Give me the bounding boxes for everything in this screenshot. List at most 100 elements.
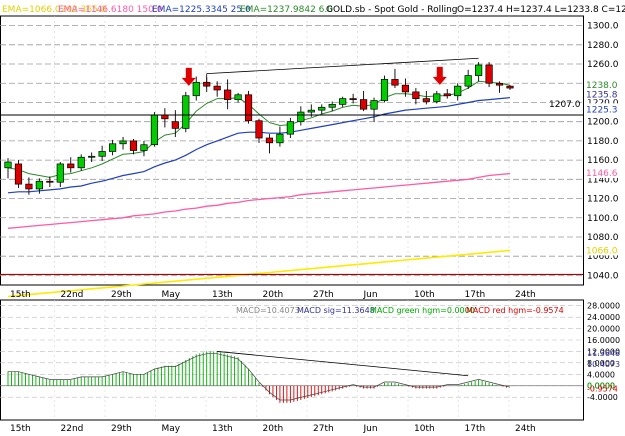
x-tick-label: 13th	[212, 290, 233, 300]
candle-body	[276, 133, 284, 144]
price-tag: 1066.0	[586, 246, 618, 256]
chart-window: 1040.0 1060.0 1080.0 1100.0 1120.0 1140.0 1160…	[0, 0, 625, 436]
gold-chart: 1040.01060.01080.01100.01120.01140.01160…	[0, 5, 625, 434]
macd-x-tick-label: 10th	[414, 424, 435, 434]
candle-body	[25, 183, 33, 190]
candle-body	[129, 140, 138, 151]
candle-body	[401, 84, 410, 93]
ema-6-label: EMA=1237.9842 6.0	[240, 5, 333, 15]
candle-body	[349, 98, 357, 100]
candle-body	[161, 114, 169, 120]
annotations	[0, 57, 583, 276]
instrument-title: GOLD.sb - Spot Gold - Rolling	[326, 5, 458, 15]
candle-body	[318, 106, 326, 111]
candle-body	[67, 163, 75, 169]
macd-green-label: MACD green hgm=0.0000	[370, 306, 475, 315]
candle-body	[150, 114, 159, 146]
candle-body	[119, 140, 127, 145]
candle-body	[339, 98, 347, 105]
macd-x-tick-label: 15th	[10, 424, 31, 434]
candle-body	[88, 155, 96, 158]
candles	[4, 62, 514, 195]
macd-x-tick-label: 17th	[465, 424, 486, 434]
candle-body	[454, 85, 462, 97]
ema-150-label: EMA=1146.6180 150.0	[58, 5, 163, 15]
macd-value-tag: 11.3648	[587, 349, 620, 358]
price-grid	[0, 15, 584, 286]
macd-trend-line	[217, 351, 469, 377]
macd-x-tick-label: Jun	[363, 424, 378, 434]
macd-y-tick-label: 24.0000	[587, 313, 620, 322]
candle-body	[328, 104, 336, 108]
candle-body	[234, 94, 242, 100]
macd-y-tick-label: 20.0000	[587, 325, 620, 334]
macd-y-tick-label: 4.0000	[587, 370, 615, 379]
y-tick-label: 1300.0	[587, 22, 619, 32]
x-tick-label: 17th	[465, 290, 486, 300]
candle-body	[422, 98, 430, 102]
x-tick-label: 24th	[515, 290, 536, 300]
candle-body	[495, 82, 504, 86]
candle-body	[77, 156, 85, 169]
candle-body	[213, 85, 221, 91]
candle-body	[391, 79, 399, 86]
macd-red-label: MACD red hgm=-0.9574	[466, 306, 564, 315]
x-tick-label: Jun	[363, 290, 378, 300]
price-panel-frame	[0, 15, 584, 286]
candle-body	[380, 79, 389, 101]
macd-sig-label: MACD sig=11.3648	[297, 306, 375, 315]
macd-x-tick-label: 27th	[313, 424, 334, 434]
macd-value-tag: 10.4073	[587, 360, 620, 369]
candle-body	[46, 180, 54, 183]
y-tick-label: 1160.0	[587, 156, 619, 166]
y-tick-label: 1260.0	[587, 60, 619, 70]
macd-y-tick-label: 28.0000	[587, 302, 620, 311]
candle-body	[359, 99, 368, 110]
candle-body	[370, 100, 378, 110]
candle-body	[224, 89, 232, 100]
macd-x-tick-label: 24th	[515, 424, 536, 434]
x-tick-label: 20th	[263, 290, 284, 300]
y-tick-label: 1180.0	[587, 137, 619, 147]
x-tick-label: 29th	[111, 290, 132, 300]
x-tick-label: 22nd	[61, 290, 84, 300]
macd-x-tick-label: 29th	[111, 424, 132, 434]
candle-body	[485, 64, 493, 84]
ohlc-readout: O=1237.4 H=1237.4 L=1233.8 C=1235.8	[457, 5, 625, 15]
ema-25-line	[7, 97, 511, 194]
y-tick-label: 1280.0	[587, 41, 619, 51]
candle-body	[182, 95, 190, 129]
candle-body	[475, 64, 483, 76]
candle-body	[255, 120, 263, 139]
y-tick-label: 1080.0	[587, 233, 619, 243]
indicator-lines	[7, 80, 511, 298]
candle-body	[286, 121, 294, 135]
candle-body	[443, 93, 451, 97]
ema-25-label: EMA=1225.3345 25.0	[152, 5, 251, 15]
candle-body	[244, 94, 253, 122]
y-tick-label: 1040.0	[587, 271, 619, 281]
down-arrow-icon	[432, 66, 447, 85]
macd-signal-line	[8, 353, 511, 401]
x-tick-label: 27th	[313, 290, 334, 300]
support-label: 1207.0	[549, 100, 581, 110]
macd-panel: 28.000024.000020.000016.000012.00008.000…	[0, 299, 620, 421]
candle-body	[56, 163, 64, 183]
macd-y-tick-label: -4.0000	[587, 393, 618, 402]
candle-body	[192, 81, 200, 97]
macd-x-tick-label: May	[162, 424, 181, 434]
candle-body	[171, 121, 179, 129]
macd-y-tick-label: 16.0000	[587, 336, 620, 345]
y-tick-label: 1120.0	[587, 195, 619, 205]
candle-body	[297, 111, 305, 123]
candle-body	[98, 151, 106, 157]
candle-body	[4, 161, 12, 169]
macd-panel-frame	[0, 299, 584, 421]
y-tick-label: 1200.0	[587, 118, 619, 128]
candle-body	[14, 163, 23, 185]
x-tick-label: May	[162, 290, 181, 300]
candle-body	[307, 109, 315, 113]
macd-x-tick-label: 13th	[212, 424, 233, 434]
macd-label: MACD=10.4073	[236, 306, 300, 315]
y-tick-label: 1100.0	[587, 214, 619, 224]
